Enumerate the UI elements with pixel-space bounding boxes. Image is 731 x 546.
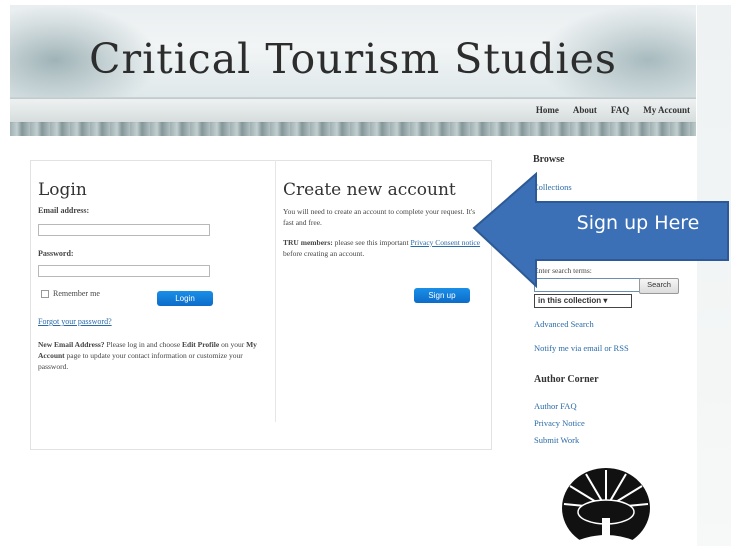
create-account-heading: Create new account	[283, 180, 456, 200]
notify-link[interactable]: Notify me via email or RSS	[534, 343, 629, 353]
privacy-notice-link[interactable]: Privacy Notice	[534, 418, 585, 428]
nav-home[interactable]: Home	[536, 105, 559, 115]
callout-text: Sign up Here	[576, 212, 700, 234]
forgot-password-link[interactable]: Forgot your password?	[38, 317, 274, 326]
advanced-search-link[interactable]: Advanced Search	[534, 319, 594, 329]
login-section: Login Email address: Password: Remember …	[38, 180, 274, 372]
remember-checkbox[interactable]	[41, 289, 49, 298]
email-label: Email address:	[38, 206, 90, 215]
site-title[interactable]: Critical Tourism Studies	[10, 35, 696, 83]
signup-button[interactable]: Sign up	[414, 288, 470, 303]
header-banner: Critical Tourism Studies	[10, 5, 696, 98]
password-field[interactable]	[38, 265, 210, 277]
email-field[interactable]	[38, 224, 210, 236]
nav-faq[interactable]: FAQ	[611, 105, 629, 115]
author-faq-link[interactable]: Author FAQ	[534, 401, 577, 411]
submit-work-link[interactable]: Submit Work	[534, 435, 579, 445]
page: Critical Tourism Studies Home About FAQ …	[0, 0, 731, 546]
journal-logo	[562, 468, 650, 546]
create-account-section: Create new account You will need to crea…	[283, 180, 483, 303]
password-label: Password:	[38, 249, 74, 258]
login-heading: Login	[38, 180, 87, 200]
nav-about[interactable]: About	[573, 105, 597, 115]
create-account-intro: You will need to create an account to co…	[283, 207, 476, 227]
tru-members-note: TRU members: please see this important P…	[283, 238, 481, 258]
remember-me[interactable]: Remember me	[41, 289, 100, 298]
header-texture-strip	[10, 122, 696, 136]
remember-label: Remember me	[53, 289, 100, 298]
sign-up-callout-arrow	[472, 171, 729, 289]
column-divider	[275, 160, 276, 422]
browse-heading: Browse	[533, 154, 565, 165]
new-email-note: New Email Address? Please log in and cho…	[38, 340, 257, 371]
nav-my-account[interactable]: My Account	[643, 105, 690, 115]
login-button[interactable]: Login	[157, 291, 213, 306]
author-corner-heading: Author Corner	[534, 374, 599, 385]
top-nav: Home About FAQ My Account	[10, 98, 696, 123]
